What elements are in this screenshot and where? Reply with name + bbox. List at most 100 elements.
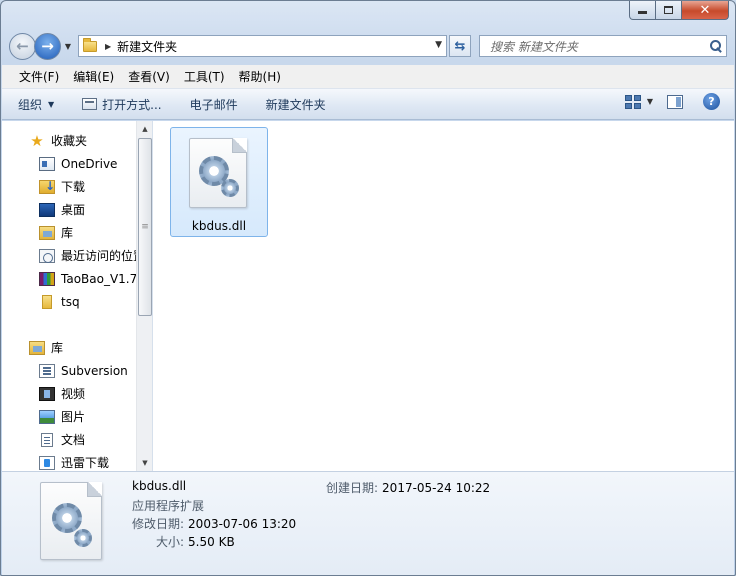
address-bar[interactable]: ▶ 新建文件夹 ▼ — [78, 35, 447, 57]
star-icon: ★ — [30, 131, 44, 150]
menu-file[interactable]: 文件(F) — [12, 68, 66, 85]
back-button[interactable]: ← — [9, 32, 36, 60]
nav-item-thunder-downloads[interactable]: 迅雷下载 — [2, 451, 136, 471]
email-button[interactable]: 电子邮件 — [190, 96, 238, 113]
nav-item-documents[interactable]: 文档 — [2, 428, 136, 451]
forward-button[interactable]: → — [34, 32, 61, 60]
search-box[interactable]: 搜索 新建文件夹 — [479, 35, 727, 57]
details-size: 大小: 5.50 KB — [156, 533, 235, 550]
nav-item-label: Subversion — [61, 363, 128, 378]
file-list[interactable]: kbdus.dll — [154, 121, 734, 471]
menu-view[interactable]: 查看(V) — [121, 68, 177, 85]
menu-tools[interactable]: 工具(T) — [177, 68, 232, 85]
open-with-label: 打开方式... — [102, 97, 162, 112]
thunder-downloads-icon — [39, 455, 55, 470]
onedrive-icon — [39, 156, 55, 171]
recent-places-icon — [39, 248, 55, 263]
scrollbar-thumb[interactable]: ≡ — [138, 138, 152, 316]
view-options-chevron-icon[interactable]: ▼ — [647, 97, 653, 106]
nav-favorites-label: 收藏夹 — [51, 134, 88, 148]
details-file-name: kbdus.dll — [132, 479, 187, 493]
minimize-icon — [638, 11, 647, 14]
address-row: ← → ▼ ▶ 新建文件夹 ▼ ⇆ 搜索 新建文件夹 — [9, 31, 727, 61]
nav-item-label: 桌面 — [61, 203, 86, 217]
maximize-icon — [664, 6, 673, 14]
maximize-button[interactable] — [656, 1, 682, 20]
address-dropdown-icon[interactable]: ▼ — [435, 40, 442, 50]
nav-item-label: 迅雷下载 — [61, 456, 110, 470]
navigation-scrollbar[interactable]: ▲ ≡ ▼ — [136, 121, 152, 471]
menu-edit[interactable]: 编辑(E) — [66, 68, 121, 85]
search-icon[interactable] — [710, 40, 722, 52]
caption-buttons: ✕ — [629, 1, 729, 21]
nav-item-tsq[interactable]: tsq — [2, 290, 136, 313]
nav-item-label: 下载 — [61, 180, 86, 194]
nav-item-label: TaoBao_V1.7 — [61, 271, 136, 286]
scroll-down-icon[interactable]: ▼ — [137, 455, 152, 471]
nav-favorites[interactable]: ★ 收藏夹 — [2, 129, 136, 152]
nav-item-videos[interactable]: 视频 — [2, 382, 136, 405]
content-area: ★ 收藏夹 OneDrive 下载 桌面 库 — [2, 121, 734, 471]
nav-item-recent-places[interactable]: 最近访问的位置 — [2, 244, 136, 267]
file-item-kbdus-dll[interactable]: kbdus.dll — [170, 127, 268, 237]
minimize-button[interactable] — [629, 1, 656, 20]
pictures-library-icon — [39, 409, 55, 424]
search-input[interactable]: 搜索 新建文件夹 — [490, 38, 578, 55]
recent-pages-button[interactable]: ▼ — [62, 42, 74, 51]
new-folder-label: 新建文件夹 — [265, 97, 326, 112]
documents-library-icon — [41, 432, 53, 447]
open-with-icon — [82, 98, 98, 110]
breadcrumb-current-folder[interactable]: 新建文件夹 — [117, 38, 177, 55]
nav-libraries-label: 库 — [51, 341, 64, 355]
dll-settings-icon — [40, 482, 102, 560]
new-folder-button[interactable]: 新建文件夹 — [266, 96, 326, 113]
nav-item-library[interactable]: 库 — [2, 221, 136, 244]
nav-item-label: 最近访问的位置 — [61, 249, 136, 263]
refresh-button[interactable]: ⇆ — [449, 35, 471, 57]
gear-icon — [74, 529, 92, 547]
view-controls: ▼ ? — [624, 93, 720, 110]
open-with-button[interactable]: 打开方式... — [82, 96, 162, 113]
video-library-icon — [39, 386, 55, 401]
nav-item-onedrive[interactable]: OneDrive — [2, 152, 136, 175]
nav-item-downloads[interactable]: 下载 — [2, 175, 136, 198]
change-view-icon[interactable] — [624, 94, 641, 109]
details-created: 创建日期: 2017-05-24 10:22 — [326, 479, 490, 496]
back-arrow-icon: ← — [16, 37, 29, 55]
close-icon: ✕ — [699, 2, 711, 18]
subversion-library-icon — [39, 363, 55, 378]
nav-item-desktop[interactable]: 桌面 — [2, 198, 136, 221]
menu-bar: 文件(F) 编辑(E) 查看(V) 工具(T) 帮助(H) — [2, 65, 734, 89]
nav-item-subversion[interactable]: Subversion — [2, 359, 136, 382]
nav-item-taobao[interactable]: TaoBao_V1.7 — [2, 267, 136, 290]
details-created-label: 创建日期: — [326, 481, 379, 495]
refresh-icon: ⇆ — [454, 38, 466, 54]
scroll-up-icon[interactable]: ▲ — [137, 121, 152, 137]
file-name-label: kbdus.dll — [191, 219, 247, 233]
nav-item-label: 视频 — [61, 387, 86, 401]
chevron-down-icon: ▼ — [64, 41, 72, 51]
forward-arrow-icon: → — [41, 37, 54, 55]
nav-libraries[interactable]: 库 — [2, 336, 136, 359]
details-pane: kbdus.dll 应用程序扩展 修改日期: 2003-07-06 13:20 大… — [2, 471, 734, 575]
breadcrumb-arrow-icon[interactable]: ▶ — [105, 42, 111, 51]
nav-item-pictures[interactable]: 图片 — [2, 405, 136, 428]
email-label: 电子邮件 — [189, 97, 238, 112]
organize-button[interactable]: 组织 ▼ — [18, 96, 54, 113]
preview-pane-icon[interactable] — [667, 94, 683, 109]
command-bar: 组织 ▼ 打开方式... 电子邮件 新建文件夹 ▼ ? — [2, 89, 734, 120]
folder-icon — [42, 294, 52, 309]
library-icon — [39, 225, 55, 240]
organize-label: 组织 — [18, 97, 43, 112]
navigation-pane: ★ 收藏夹 OneDrive 下载 桌面 库 — [2, 121, 153, 471]
menu-help[interactable]: 帮助(H) — [232, 68, 288, 85]
chevron-down-icon: ▼ — [48, 99, 55, 109]
close-button[interactable]: ✕ — [682, 1, 729, 20]
nav-item-label: 图片 — [61, 410, 86, 424]
help-icon[interactable]: ? — [703, 93, 720, 110]
folder-icon — [83, 37, 97, 52]
downloads-folder-icon — [39, 179, 55, 194]
rar-archive-icon — [39, 271, 55, 286]
details-file-type: 应用程序扩展 — [132, 499, 205, 513]
